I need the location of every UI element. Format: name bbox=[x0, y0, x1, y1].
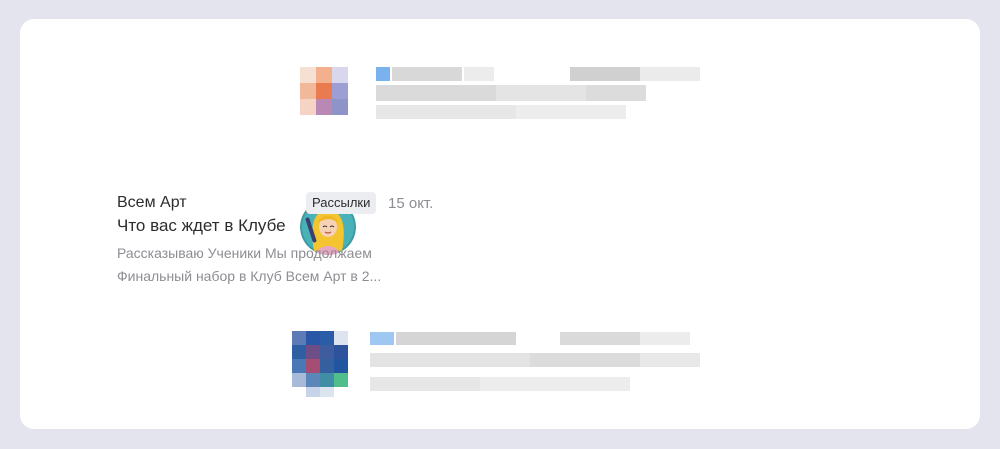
message-snippet-line2: Финальный набор в Клуб Всем Арт в 2... bbox=[117, 268, 382, 284]
message-subject: Что вас ждет в Клубе bbox=[117, 216, 286, 235]
message-snippet-line1: Рассказываю Ученики Мы продолжаем bbox=[117, 245, 372, 261]
mail-list-card: Всем Арт Рассылки 15 окт. Что вас ждет в… bbox=[20, 19, 980, 429]
message-date: 15 окт. bbox=[388, 195, 434, 212]
sender-name: Всем Арт bbox=[117, 194, 187, 211]
category-badge[interactable]: Рассылки bbox=[306, 192, 377, 214]
